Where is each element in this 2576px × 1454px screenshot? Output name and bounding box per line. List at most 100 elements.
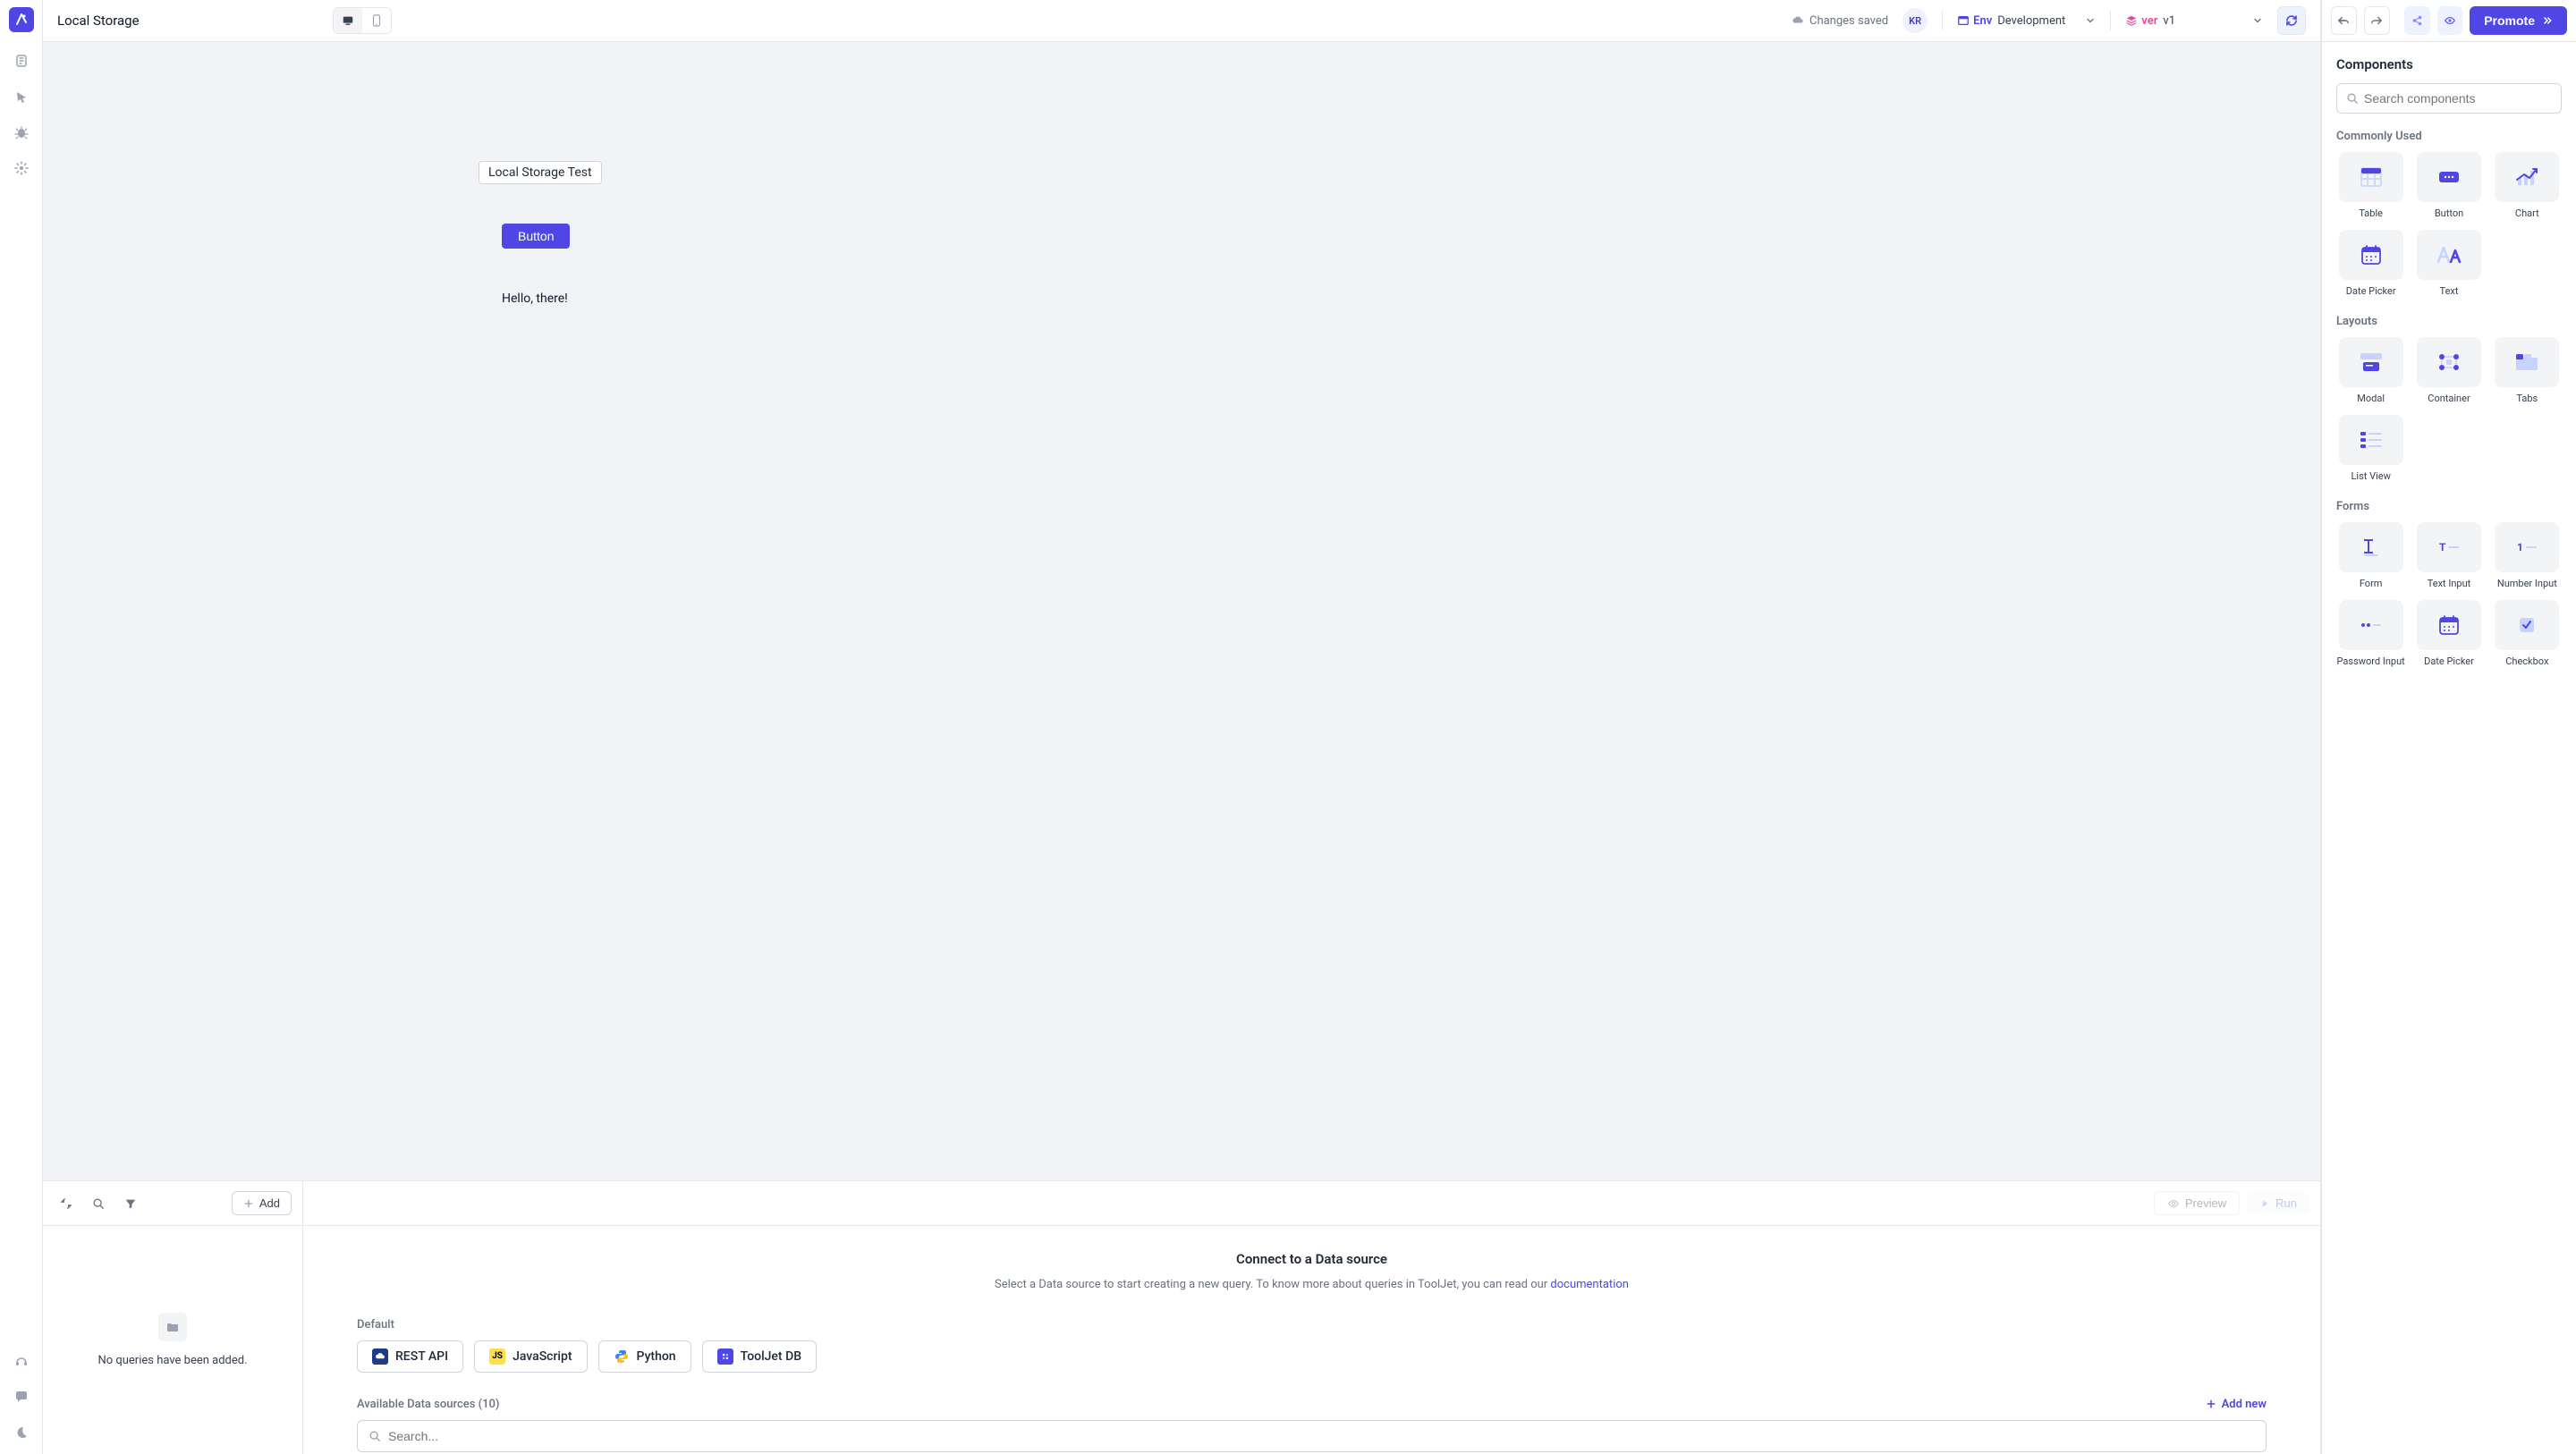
default-datasources: REST API JS JavaScript Python xyxy=(357,1340,2267,1373)
mobile-view-button[interactable] xyxy=(362,8,391,33)
components-panel: Components Commonly Used Table Button C xyxy=(2322,42,2576,1454)
component-container[interactable]: Container xyxy=(2414,337,2483,404)
component-tabs[interactable]: Tabs xyxy=(2493,337,2562,404)
app-name-input[interactable]: Local Storage xyxy=(57,13,140,29)
preview-button[interactable]: Preview xyxy=(2154,1191,2240,1215)
share-button[interactable] xyxy=(2404,6,2430,35)
separator xyxy=(2110,11,2111,30)
run-button[interactable]: Run xyxy=(2247,1192,2309,1214)
ds-rest-api[interactable]: REST API xyxy=(357,1340,463,1373)
canvas-area: Local Storage Test Button Hello, there! … xyxy=(43,42,2320,1454)
promote-button[interactable]: Promote xyxy=(2470,6,2567,35)
dark-mode-icon[interactable] xyxy=(7,1418,36,1447)
section-forms: Forms xyxy=(2336,500,2562,513)
component-date-picker[interactable]: Date Picker xyxy=(2336,230,2405,297)
text-input-widget[interactable]: Local Storage Test xyxy=(479,161,602,184)
add-query-button[interactable]: Add xyxy=(232,1191,292,1215)
query-body-title: Connect to a Data source xyxy=(357,1251,2267,1267)
documentation-link[interactable]: documentation xyxy=(1550,1278,1629,1291)
redo-icon xyxy=(2370,14,2383,27)
chevron-down-icon xyxy=(2085,15,2096,26)
filter-queries-icon[interactable] xyxy=(118,1191,143,1216)
available-ds-label: Available Data sources (10) xyxy=(357,1398,499,1411)
cloud-icon xyxy=(372,1348,388,1365)
default-ds-label: Default xyxy=(357,1318,2267,1331)
query-toolbar: Add xyxy=(43,1181,302,1226)
refresh-icon xyxy=(2284,13,2299,28)
python-icon xyxy=(614,1348,630,1365)
button-widget[interactable]: Button xyxy=(502,224,570,249)
component-table[interactable]: Table xyxy=(2336,152,2405,219)
right-panel: Promote Components Commonly Used Table B… xyxy=(2321,0,2576,1454)
components-search-input[interactable] xyxy=(2364,91,2552,106)
chevron-down-icon xyxy=(2252,15,2263,26)
device-toggle xyxy=(333,7,392,34)
support-icon[interactable] xyxy=(7,1347,36,1375)
undo-button[interactable] xyxy=(2331,6,2357,35)
component-form[interactable]: Form xyxy=(2336,522,2405,589)
share-icon xyxy=(2411,14,2423,27)
add-new-datasource[interactable]: Add new xyxy=(2206,1398,2267,1411)
version-selector[interactable]: ver v1 xyxy=(2125,14,2263,28)
component-modal[interactable]: Modal xyxy=(2336,337,2405,404)
app-logo[interactable] xyxy=(9,7,34,32)
pages-icon[interactable] xyxy=(7,46,36,75)
modal-icon xyxy=(2360,352,2383,372)
checkbox-icon xyxy=(2518,616,2536,634)
cloud-check-icon xyxy=(1792,14,1804,27)
undo-icon xyxy=(2337,14,2350,27)
env-selector[interactable]: Env Development xyxy=(1957,14,2096,28)
env-icon xyxy=(1957,14,1970,27)
query-panel: Add No queries have been added. Preview xyxy=(43,1180,2320,1454)
search-queries-icon[interactable] xyxy=(86,1191,111,1216)
component-date-picker-form[interactable]: Date Picker xyxy=(2414,600,2483,667)
component-button[interactable]: Button xyxy=(2414,152,2483,219)
component-password-input[interactable]: Password Input xyxy=(2336,600,2405,667)
inspector-icon[interactable] xyxy=(7,82,36,111)
datasource-search[interactable] xyxy=(357,1420,2267,1452)
preview-app-button[interactable] xyxy=(2437,6,2463,35)
component-text[interactable]: Text xyxy=(2414,230,2483,297)
component-number-input[interactable]: 1 Number Input xyxy=(2493,522,2562,589)
eye-icon xyxy=(2444,14,2456,27)
right-topbar: Promote xyxy=(2322,0,2576,42)
refresh-button[interactable] xyxy=(2277,6,2306,35)
query-body: Connect to a Data source Select a Data s… xyxy=(303,1226,2320,1454)
chevrons-right-icon xyxy=(2542,15,2553,26)
datasource-search-input[interactable] xyxy=(388,1429,2255,1443)
component-checkbox[interactable]: Checkbox xyxy=(2493,600,2562,667)
text-icon xyxy=(2436,246,2462,264)
settings-icon[interactable] xyxy=(7,154,36,182)
desktop-view-button[interactable] xyxy=(334,8,362,33)
redo-button[interactable] xyxy=(2364,6,2390,35)
user-avatar[interactable]: KR xyxy=(1902,8,1928,33)
component-text-input[interactable]: T Text Input xyxy=(2414,522,2483,589)
play-icon xyxy=(2259,1198,2270,1209)
component-chart[interactable]: Chart xyxy=(2493,152,2562,219)
query-empty-state: No queries have been added. xyxy=(43,1226,302,1454)
comment-icon[interactable] xyxy=(7,1382,36,1411)
empty-folder-icon xyxy=(158,1313,187,1341)
list-icon xyxy=(2360,430,2383,450)
eye-icon xyxy=(2167,1197,2180,1210)
search-icon xyxy=(369,1430,381,1442)
db-icon xyxy=(717,1348,733,1365)
ds-javascript[interactable]: JS JavaScript xyxy=(474,1340,587,1373)
calendar-icon xyxy=(2360,244,2382,266)
components-search[interactable] xyxy=(2336,83,2562,114)
section-layouts: Layouts xyxy=(2336,315,2562,328)
save-status: Changes saved xyxy=(1792,14,1888,28)
text-widget: Hello, there! xyxy=(502,292,568,306)
canvas[interactable]: Local Storage Test Button Hello, there! xyxy=(43,42,2320,1180)
debugger-icon[interactable] xyxy=(7,118,36,147)
query-editor-pane: Preview Run Connect to a Data source Sel… xyxy=(303,1181,2320,1454)
ds-tooljet-db[interactable]: ToolJet DB xyxy=(702,1340,817,1373)
topbar: Local Storage Changes saved KR Env xyxy=(43,0,2320,42)
plus-icon xyxy=(2206,1399,2216,1409)
query-list-pane: Add No queries have been added. xyxy=(43,1181,303,1454)
ds-python[interactable]: Python xyxy=(598,1340,691,1373)
collapse-icon[interactable] xyxy=(54,1191,79,1216)
components-title: Components xyxy=(2336,56,2562,72)
component-list-view[interactable]: List View xyxy=(2336,415,2405,482)
form-icon xyxy=(2362,537,2380,557)
